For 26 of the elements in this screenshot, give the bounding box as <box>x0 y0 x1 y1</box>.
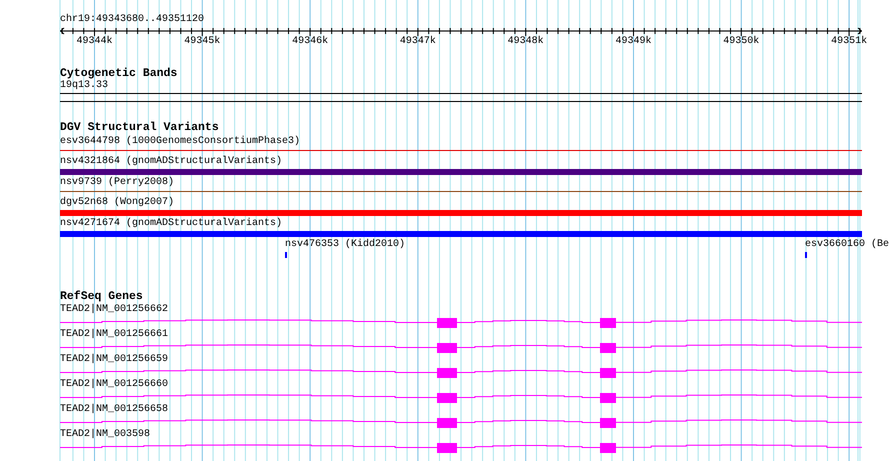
ruler-tick-label: 49349k <box>615 36 652 48</box>
transcript-label: TEAD2|NM_001256662 <box>60 304 168 316</box>
track-title: DGV Structural Variants <box>60 122 219 134</box>
band-label: 19q13.33 <box>60 80 108 92</box>
transcript-label: TEAD2|NM_001256658 <box>60 404 168 416</box>
variant-label: nsv9739 (Perry2008) <box>60 177 174 189</box>
ruler-tick-label: 49346k <box>292 36 328 48</box>
transcript-label: TEAD2|NM_001256659 <box>60 354 168 366</box>
variant-label: esv3660160 (Be <box>805 239 890 251</box>
variant-label: nsv4271674 (gnomADStructuralVariants) <box>60 218 282 230</box>
ruler-tick-label: 49350k <box>723 36 760 48</box>
variant-label: esv3644798 (1000GenomesConsortiumPhase3) <box>60 136 300 148</box>
variant-label: dgv52n68 (Wong2007) <box>60 197 174 209</box>
ruler-tick-label: 49345k <box>184 36 220 48</box>
track-title: RefSeq Genes <box>60 291 143 303</box>
ruler-tick-label: 49347k <box>400 36 436 48</box>
ruler-tick-label: 49344k <box>76 36 112 48</box>
track-title: Cytogenetic Bands <box>60 68 178 80</box>
transcript-label: TEAD2|NM_001256660 <box>60 379 168 391</box>
variant-label: nsv476353 (Kidd2010) <box>285 239 406 251</box>
ruler-tick-label: 49348k <box>508 36 544 48</box>
ruler-tick-label: 49351k <box>831 36 868 48</box>
location-label: chr19:49343680..49351120 <box>60 14 204 26</box>
transcript-label: TEAD2|NM_003598 <box>60 429 150 441</box>
variant-label: nsv4321864 (gnomADStructuralVariants) <box>60 156 282 168</box>
transcript-label: TEAD2|NM_001256661 <box>60 329 168 341</box>
